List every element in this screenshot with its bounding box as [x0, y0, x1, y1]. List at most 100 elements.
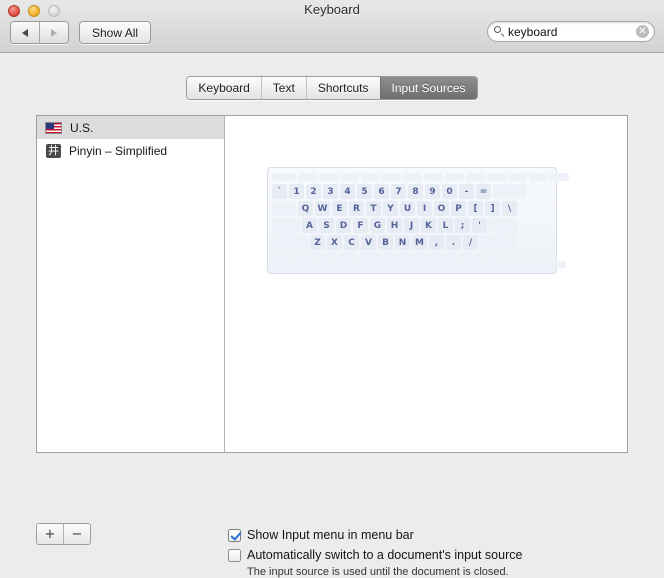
key-A: A [302, 218, 317, 233]
keyboard-layout-preview: ` 1 2 3 4 5 6 7 8 9 0- = Q W E R T Y U I O P[] \ A S D F G H J K L; ' Z X C… [225, 116, 627, 452]
list-item-pinyin[interactable]: 井 Pinyin – Simplified [37, 139, 224, 162]
key-sym: ` [272, 184, 287, 199]
key-blank [445, 173, 464, 181]
options-group: Show Input menu in menu bar Automaticall… [228, 525, 522, 578]
remove-input-source-button[interactable]: − [63, 524, 90, 544]
key-blank [487, 173, 506, 181]
key-sym: [ [468, 201, 483, 216]
key-sym: ' [472, 218, 487, 233]
modifier-row [272, 252, 566, 268]
key-blank [298, 173, 317, 181]
key-blank [480, 235, 517, 250]
us-flag-icon [45, 121, 62, 134]
key-blank [493, 184, 526, 199]
key-1: 1 [289, 184, 304, 199]
tab-shortcuts[interactable]: Shortcuts [305, 77, 380, 99]
pinyin-grid-icon: 井 [46, 143, 61, 158]
chevron-left-icon [22, 28, 28, 37]
key-blank [272, 201, 296, 216]
key-blank [293, 252, 312, 268]
list-item-us[interactable]: U.S. [37, 116, 224, 139]
arrow-right-key [547, 261, 566, 268]
list-item-label: Pinyin – Simplified [69, 143, 168, 158]
search-icon [494, 26, 505, 37]
key-sym: . [446, 235, 461, 250]
window-titlebar: Keyboard Show All keyboard ✕ [0, 0, 664, 53]
toolbar-left-group: Show All [10, 21, 152, 44]
key-blank [319, 173, 338, 181]
key-blank [484, 252, 503, 268]
key-E: E [332, 201, 347, 216]
tab-text[interactable]: Text [260, 77, 306, 99]
key-blank [459, 252, 482, 268]
key-sym: = [476, 184, 491, 199]
number-row: ` 1 2 3 4 5 6 7 8 9 0- = [272, 184, 552, 199]
tab-keyboard[interactable]: Keyboard [187, 77, 261, 99]
key-blank [403, 173, 422, 181]
clear-search-icon[interactable]: ✕ [636, 25, 649, 38]
show-input-menu-checkbox[interactable] [228, 528, 241, 542]
arrow-up-key [526, 253, 545, 260]
key-blank [550, 173, 569, 181]
auto-switch-row[interactable]: Automatically switch to a document's inp… [228, 545, 522, 565]
key-Y: Y [383, 201, 398, 216]
key-blank [314, 252, 333, 268]
search-input[interactable]: keyboard [508, 25, 636, 39]
auto-switch-note: The input source is used until the docum… [247, 566, 509, 578]
forward-button[interactable] [39, 22, 68, 43]
arrow-updown-cluster [526, 252, 545, 268]
key-2: 2 [306, 184, 321, 199]
key-blank [466, 173, 485, 181]
key-S: S [319, 218, 334, 233]
key-Q: Q [298, 201, 313, 216]
back-button[interactable] [11, 22, 39, 43]
tab-input-sources[interactable]: Input Sources [379, 77, 477, 99]
key-sym: ] [485, 201, 500, 216]
function-row [272, 173, 569, 181]
arrow-down-key [526, 261, 545, 268]
chevron-right-icon [51, 28, 57, 37]
key-blank [424, 173, 443, 181]
key-blank [335, 252, 358, 268]
key-blank [272, 252, 291, 268]
key-W: W [315, 201, 330, 216]
auto-switch-label: Automatically switch to a document's inp… [247, 548, 523, 562]
key-blank [508, 173, 527, 181]
tab-bar: Keyboard Text Shortcuts Input Sources [0, 76, 664, 100]
key-sym: / [463, 235, 478, 250]
key-blank [272, 235, 308, 250]
key-X: X [327, 235, 342, 250]
key-sym: - [459, 184, 474, 199]
list-controls: + − [36, 523, 91, 545]
key-K: K [421, 218, 436, 233]
key-C: C [344, 235, 359, 250]
key-U: U [400, 201, 415, 216]
input-source-list[interactable]: U.S. 井 Pinyin – Simplified [37, 116, 225, 452]
key-blank [361, 173, 380, 181]
key-blank [360, 252, 457, 268]
key-F: F [353, 218, 368, 233]
add-input-source-button[interactable]: + [37, 524, 63, 544]
key-7: 7 [391, 184, 406, 199]
key-9: 9 [425, 184, 440, 199]
key-blank [272, 173, 296, 181]
key-M: M [412, 235, 427, 250]
key-blank [272, 218, 300, 233]
show-all-button[interactable]: Show All [79, 21, 152, 44]
key-4: 4 [340, 184, 355, 199]
qwerty-row: Q W E R T Y U I O P[] \ [272, 201, 552, 216]
show-input-menu-label: Show Input menu in menu bar [247, 528, 414, 542]
home-row: A S D F G H J K L; ' [272, 218, 552, 233]
key-sym: ; [455, 218, 470, 233]
auto-switch-checkbox[interactable] [228, 548, 241, 562]
key-N: N [395, 235, 410, 250]
key-T: T [366, 201, 381, 216]
arrow-left-key [505, 261, 524, 268]
search-field[interactable]: keyboard ✕ [487, 21, 655, 42]
key-G: G [370, 218, 385, 233]
key-J: J [404, 218, 419, 233]
show-input-menu-row[interactable]: Show Input menu in menu bar [228, 525, 522, 545]
key-blank [382, 173, 401, 181]
key-3: 3 [323, 184, 338, 199]
key-sym: \ [502, 201, 517, 216]
